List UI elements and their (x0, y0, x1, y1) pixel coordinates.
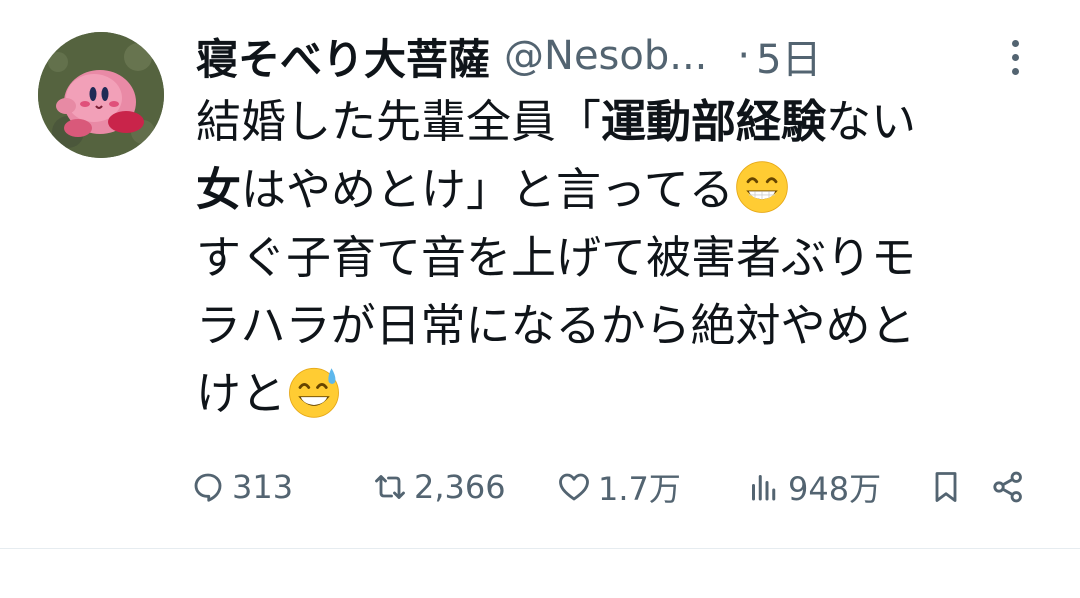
reply-icon (194, 473, 222, 502)
tweet-line-3: すぐ子育て音を上げて被害者ぶりモ (196, 231, 917, 284)
tweet-text: 結婚した先輩全員「運動部経験ない 女はやめとけ」と言ってる すぐ子育て音を上げて… (196, 88, 1056, 428)
bookmark-icon (935, 472, 957, 502)
grinning-sweat-emoji-icon (289, 367, 339, 418)
reply-button[interactable]: 313 (190, 462, 293, 512)
like-icon (559, 473, 589, 501)
retweet-icon (375, 475, 405, 499)
reply-count: 313 (232, 468, 294, 506)
separator-dot: · (737, 33, 751, 79)
user-handle[interactable]: @Nesob... (504, 33, 707, 79)
views-icon (752, 475, 776, 501)
like-button[interactable]: 1.7万 (556, 462, 681, 512)
retweet-count: 2,366 (414, 468, 506, 506)
share-icon (993, 471, 1022, 503)
tweet-line-2: 女はやめとけ」と言ってる (196, 156, 1056, 224)
views-button[interactable]: 948万 (746, 462, 881, 512)
timestamp[interactable]: 5日 (756, 27, 821, 85)
view-count: 948万 (788, 470, 882, 508)
avatar[interactable] (38, 32, 164, 158)
tweet-line-5: けと (196, 360, 1056, 428)
like-count: 1.7万 (598, 470, 681, 508)
tweet[interactable]: 寝そべり大菩薩 @Nesob... · 5日 結婚した先輩全員「運動部経験ない … (0, 0, 1080, 548)
avatar-image (38, 32, 164, 158)
tweet-actions: 313 2,366 1.7万 948万 (190, 462, 1040, 512)
retweet-button[interactable]: 2,366 (372, 462, 506, 512)
more-icon[interactable] (1004, 38, 1028, 78)
tweet-line-1: 結婚した先輩全員「運動部経験ない (196, 95, 917, 148)
tweet-header: 寝そべり大菩薩 @Nesob... · 5日 (196, 24, 1056, 88)
grinning-face-emoji-icon (735, 161, 788, 213)
display-name[interactable]: 寝そべり大菩薩 (196, 26, 490, 87)
bookmark-button[interactable] (928, 462, 970, 512)
divider (0, 548, 1080, 549)
share-button[interactable] (990, 462, 1032, 512)
tweet-line-4: ラハラが日常になるから絶対やめと (196, 299, 916, 352)
